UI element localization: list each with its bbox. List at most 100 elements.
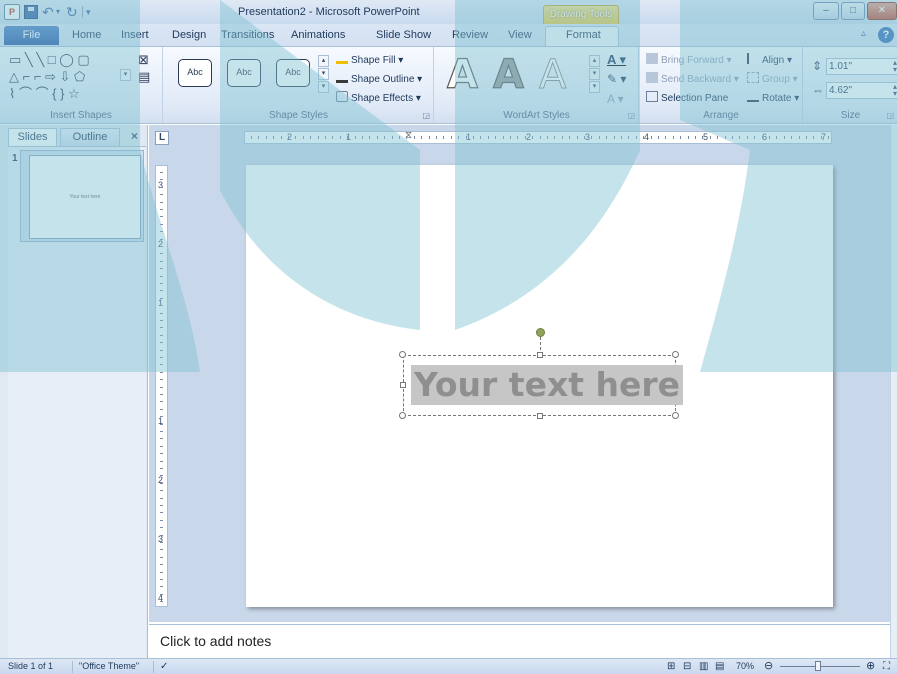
ruler-tick bbox=[160, 305, 163, 307]
tab-format[interactable]: Format bbox=[566, 29, 601, 41]
shapes-gallery-row1[interactable]: ▭ ╲ ╲ □ ◯ ▢ bbox=[9, 53, 90, 66]
shape-width-field[interactable]: 4.62" ▴ ▾ bbox=[826, 82, 897, 99]
resize-handle-top-right[interactable] bbox=[672, 351, 679, 358]
shape-style-2[interactable]: Abc bbox=[227, 59, 261, 87]
maximize-button[interactable]: □ bbox=[841, 2, 865, 20]
shape-fill-button[interactable]: Shape Fill ▾ bbox=[336, 53, 403, 66]
tab-transitions[interactable]: Transitions bbox=[221, 29, 274, 41]
align-button[interactable]: Align ▾ bbox=[747, 53, 792, 66]
rotate-button[interactable]: Rotate ▾ bbox=[747, 91, 799, 104]
edit-shape-icon[interactable]: ⊠ bbox=[138, 53, 149, 66]
shape-outline-button[interactable]: Shape Outline ▾ bbox=[336, 72, 422, 85]
wordart-scroll-up-icon[interactable]: ▴ bbox=[589, 55, 600, 67]
styles-scroll-up-icon[interactable]: ▴ bbox=[318, 55, 329, 67]
tab-file[interactable]: File bbox=[4, 26, 59, 45]
text-fill-icon[interactable]: A ▾ bbox=[607, 52, 626, 68]
shape-effects-button[interactable]: Shape Effects ▾ bbox=[336, 91, 421, 104]
toolbar-separator bbox=[82, 6, 83, 18]
tab-slides[interactable]: Slides bbox=[8, 128, 57, 146]
draw-text-box-icon[interactable]: ▤ bbox=[138, 70, 150, 83]
styles-scroll-down-icon[interactable]: ▾ bbox=[318, 68, 329, 80]
undo-dropdown-icon[interactable]: ▾ bbox=[56, 4, 60, 20]
shape-style-3[interactable]: Abc bbox=[276, 59, 310, 87]
minimize-ribbon-icon[interactable]: ▵ bbox=[861, 28, 866, 39]
zoom-slider-thumb[interactable] bbox=[815, 661, 821, 671]
resize-handle-bottom[interactable] bbox=[537, 413, 543, 419]
minimize-button[interactable]: ‒ bbox=[813, 2, 839, 20]
tab-review[interactable]: Review bbox=[452, 29, 488, 41]
height-spinner[interactable]: ▴ ▾ bbox=[893, 59, 897, 74]
shape-styles-launcher-icon[interactable]: ◲ bbox=[422, 111, 430, 120]
tab-animations[interactable]: Animations bbox=[291, 29, 345, 41]
shapes-gallery-row2[interactable]: △ ⌐ ⌐ ⇨ ⇩ ⬠ bbox=[9, 70, 85, 83]
shapes-more-icon[interactable]: ▾ bbox=[120, 69, 131, 81]
wordart-style-2[interactable]: A bbox=[492, 54, 524, 95]
slide-thumbnail-selection[interactable]: Your text here bbox=[20, 150, 144, 242]
notes-placeholder[interactable]: Click to add notes bbox=[160, 633, 271, 649]
tab-selector-icon[interactable]: L bbox=[155, 131, 169, 145]
ruler-tick bbox=[399, 136, 400, 139]
slide-canvas[interactable]: Your text here bbox=[246, 165, 833, 607]
powerpoint-app-icon[interactable]: P bbox=[4, 4, 20, 20]
zoom-out-icon[interactable]: ⊖ bbox=[764, 659, 773, 672]
resize-handle-bottom-right[interactable] bbox=[672, 412, 679, 419]
bring-forward-button[interactable]: Bring Forward ▾ bbox=[646, 53, 732, 66]
vertical-scrollbar[interactable] bbox=[890, 125, 897, 658]
reading-view-icon[interactable]: ▥ bbox=[699, 661, 708, 672]
tab-home[interactable]: Home bbox=[72, 29, 101, 41]
tab-outline[interactable]: Outline bbox=[60, 128, 120, 146]
tab-view[interactable]: View bbox=[508, 29, 532, 41]
slide-text-box[interactable]: Your text here bbox=[411, 365, 684, 405]
wordart-styles-launcher-icon[interactable]: ◲ bbox=[627, 111, 635, 120]
notes-pane[interactable]: Click to add notes bbox=[149, 624, 890, 658]
slide-sorter-icon[interactable]: ⊟ bbox=[683, 661, 691, 672]
tab-insert[interactable]: Insert bbox=[121, 29, 149, 41]
resize-handle-left[interactable] bbox=[400, 382, 406, 388]
resize-handle-top-left[interactable] bbox=[399, 351, 406, 358]
size-launcher-icon[interactable]: ◲ bbox=[886, 111, 894, 120]
ruler-tick bbox=[280, 136, 282, 139]
wordart-style-1[interactable]: A bbox=[446, 54, 478, 95]
normal-view-icon[interactable]: ⊞ bbox=[667, 661, 675, 672]
width-spinner[interactable]: ▴ ▾ bbox=[893, 83, 897, 98]
styles-more-icon[interactable]: ▾ bbox=[318, 81, 329, 93]
tab-design[interactable]: Design bbox=[172, 29, 206, 41]
ruler-tick bbox=[160, 519, 163, 521]
redo-icon[interactable]: ↻ bbox=[66, 4, 78, 20]
zoom-in-icon[interactable]: ⊕ bbox=[866, 659, 875, 672]
ruler-tick bbox=[160, 512, 163, 514]
customize-toolbar-icon[interactable]: ▾ bbox=[86, 4, 91, 20]
shape-height-field[interactable]: 1.01" ▴ ▾ bbox=[826, 58, 897, 75]
text-effects-icon[interactable]: A ▾ bbox=[607, 92, 624, 106]
save-icon[interactable] bbox=[24, 5, 38, 19]
horizontal-ruler[interactable]: 2 1 1 2 3 4 5 6 7 ⧖ bbox=[244, 130, 832, 144]
slideshow-view-icon[interactable]: ▤ bbox=[715, 661, 724, 672]
group-button[interactable]: Group ▾ bbox=[747, 72, 798, 85]
slide-thumbnail[interactable]: Your text here bbox=[29, 155, 141, 239]
send-backward-button[interactable]: Send Backward ▾ bbox=[646, 72, 739, 85]
pencil-icon bbox=[336, 72, 348, 83]
shape-style-1[interactable]: Abc bbox=[178, 59, 212, 87]
ruler-tick bbox=[160, 283, 163, 284]
shapes-gallery-row3[interactable]: ⌇ ⌒ ⌒ { } ☆ bbox=[9, 87, 80, 100]
rotate-handle[interactable] bbox=[536, 328, 545, 337]
close-pane-icon[interactable]: × bbox=[131, 129, 138, 143]
close-button[interactable]: ✕ bbox=[867, 2, 897, 20]
theme-name[interactable]: "Office Theme" bbox=[79, 661, 139, 671]
group-size: ⇕ 1.01" ▴ ▾ ⇔ 4.62" ▴ ▾ Size ◲ bbox=[804, 47, 897, 123]
ruler-tick bbox=[160, 571, 163, 573]
undo-icon[interactable]: ↶ bbox=[42, 4, 54, 20]
selection-pane-button[interactable]: Selection Pane bbox=[646, 91, 728, 104]
tab-slide-show[interactable]: Slide Show bbox=[376, 29, 431, 41]
fit-to-window-icon[interactable]: ⛶ bbox=[883, 661, 890, 672]
wordart-more-icon[interactable]: ▾ bbox=[589, 81, 600, 93]
help-icon[interactable]: ? bbox=[878, 27, 894, 43]
wordart-scroll-down-icon[interactable]: ▾ bbox=[589, 68, 600, 80]
wordart-style-3[interactable]: A bbox=[538, 55, 566, 96]
vertical-ruler[interactable]: 3 2 1 1 2 3 4 bbox=[155, 165, 168, 607]
text-outline-icon[interactable]: ✎ ▾ bbox=[607, 72, 626, 86]
resize-handle-top[interactable] bbox=[537, 352, 543, 358]
zoom-level[interactable]: 70% bbox=[736, 661, 754, 671]
spell-check-icon[interactable]: ✓ bbox=[160, 661, 168, 672]
resize-handle-bottom-left[interactable] bbox=[399, 412, 406, 419]
